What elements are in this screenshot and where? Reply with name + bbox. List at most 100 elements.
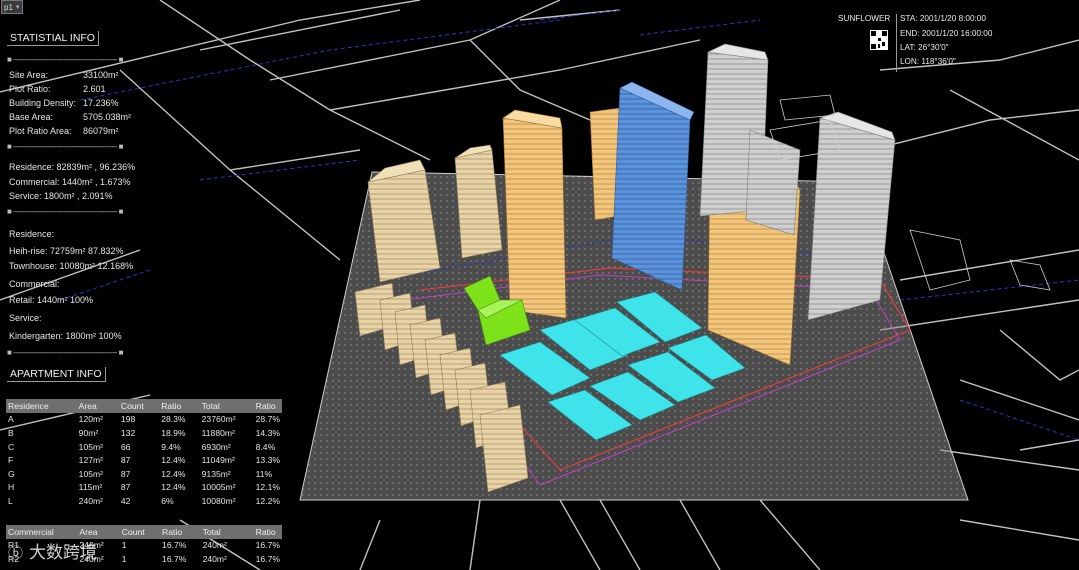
cell: C — [8, 441, 15, 452]
table-row: A 120m² 198 28.3% 23760m² 28.7% — [6, 413, 282, 427]
cell: F — [8, 455, 14, 466]
cell: 16.7% — [162, 553, 187, 564]
blue-tower — [611, 81, 695, 291]
cell: 66 — [120, 441, 131, 452]
cell: 16.7% — [162, 540, 187, 551]
cell: 198 — [120, 414, 136, 425]
cell: 12.1% — [255, 482, 280, 493]
cell: 120m² — [78, 414, 104, 425]
breakdown-residence-heading: Residence: — [9, 229, 55, 239]
apartment-table: Residence Area Count Ratio Total Ratio A… — [6, 399, 282, 508]
cell: 6% — [161, 495, 174, 506]
cell: 12.2% — [255, 495, 280, 506]
apartment-info-header: APARTMENT INFO — [7, 367, 106, 382]
cell: 1 — [121, 540, 127, 551]
cell: 115m² — [78, 482, 103, 493]
divider: ■ --------------------------------------… — [7, 55, 123, 64]
col-total: Total — [200, 525, 254, 539]
cell: L — [8, 495, 13, 506]
table-row: G 105m² 87 12.4% 9135m² 11% — [6, 467, 282, 481]
usage-residence: Residence: 82839m² , 96.236% — [9, 162, 136, 172]
page-selector[interactable]: p1 ▾ — [1, 0, 23, 14]
logo-icon: ⓑ — [8, 544, 24, 562]
col-commercial: Commercial — [6, 525, 78, 539]
qr-code-icon — [870, 30, 888, 50]
cell: 105m² — [78, 468, 104, 479]
cell: 18.9% — [161, 427, 186, 438]
breakdown-townhouse: Townhouse: 10080m² 12.168% — [9, 261, 134, 271]
cell: H — [8, 482, 15, 493]
cell: 1 — [121, 553, 127, 564]
cell: 11049m² — [201, 455, 235, 466]
cell: 9135m² — [201, 468, 231, 479]
cell: 16.7% — [255, 553, 280, 564]
cell: 105m² — [78, 441, 104, 452]
breakdown-highrise: Heih-rise: 72759m² 87.832% — [9, 246, 124, 256]
divider: ■ --------------------------------------… — [7, 348, 123, 357]
breakdown-service-heading: Service: — [9, 313, 42, 323]
cell: 11880m² — [201, 427, 235, 438]
cell: 240m² — [78, 495, 104, 506]
cell: 16.7% — [255, 540, 280, 551]
col-count: Count — [118, 399, 160, 413]
cell: 12.4% — [161, 455, 186, 466]
cell: 9.4% — [161, 441, 181, 452]
table-row: L 240m² 42 6% 10080m² 12.2% — [6, 494, 282, 508]
cell: 10005m² — [201, 482, 236, 493]
divider: ■ --------------------------------------… — [7, 207, 123, 216]
col-ratio-total: Ratio — [253, 399, 282, 413]
col-residence: Residence — [6, 399, 77, 413]
building-density-value: 17.236% — [83, 98, 119, 108]
cell: 28.3% — [161, 414, 186, 425]
col-ratio: Ratio — [159, 399, 200, 413]
cell: A — [8, 414, 14, 425]
cell: 87 — [120, 468, 131, 479]
cell: 12.4% — [161, 482, 186, 493]
base-area-value: 5705.038m² — [83, 112, 132, 122]
cell: 11% — [255, 468, 273, 479]
cell: B — [8, 427, 14, 438]
cell: 90m² — [78, 427, 99, 438]
cell: 87 — [120, 482, 131, 493]
cell: 8.4% — [255, 441, 276, 452]
sta-time: STA: 2001/1/20 8:00:00 — [900, 14, 986, 23]
cell: 240m² — [202, 540, 227, 551]
cell: 127m² — [78, 455, 104, 466]
usage-commercial: Commercial: 1440m² , 1.673% — [9, 177, 131, 187]
cell: 13.3% — [255, 455, 280, 466]
col-count: Count — [119, 525, 161, 539]
site-area-label: Site Area: — [9, 70, 49, 80]
cell: 87 — [120, 455, 131, 466]
panel-divider — [896, 14, 897, 72]
plot-ratio-area-value: 86079m² — [83, 126, 119, 136]
sunflower-title: SUNFLOWER — [838, 14, 891, 23]
plot-ratio-label: Plot Ratio: — [9, 84, 51, 94]
cell: 132 — [120, 427, 136, 438]
col-area: Area — [77, 525, 120, 539]
table-row: F 127m² 87 12.4% 11049m² 13.3% — [6, 453, 282, 467]
table-row: H 115m² 87 12.4% 10005m² 12.1% — [6, 481, 282, 495]
breakdown-kindergarten: Kindergarten: 1800m² 100% — [9, 331, 122, 341]
col-total: Total — [199, 399, 254, 413]
col-ratio: Ratio — [160, 525, 201, 539]
table-header-row: Commercial Area Count Ratio Total Ratio — [6, 525, 282, 539]
breakdown-retail: Retail: 1440m² 100% — [9, 295, 94, 305]
cell: 23760m² — [201, 414, 236, 425]
cell: 10080m² — [201, 495, 236, 506]
watermark-text: 大数跨境 — [29, 543, 98, 563]
cell: 14.3% — [255, 427, 280, 438]
plot-ratio-value: 2.601 — [83, 84, 106, 94]
table-header-row: Residence Area Count Ratio Total Ratio — [6, 399, 282, 413]
cell: 42 — [120, 495, 131, 506]
cell: 12.4% — [161, 468, 186, 479]
chevron-down-icon[interactable]: ▾ — [16, 3, 20, 11]
usage-service: Service: 1800m² , 2.091% — [9, 191, 113, 201]
cell: G — [8, 468, 15, 479]
cell: 6930m² — [201, 441, 231, 452]
plot-ratio-area-label: Plot Ratio Area: — [9, 126, 72, 136]
table-row: B 90m² 132 18.9% 11880m² 14.3% — [6, 426, 282, 440]
breakdown-commercial-heading: Commercial: — [9, 279, 60, 289]
table-row: C 105m² 66 9.4% 6930m² 8.4% — [6, 440, 282, 454]
longitude: LON: 118°36'0" — [900, 57, 956, 66]
col-area: Area — [76, 399, 119, 413]
